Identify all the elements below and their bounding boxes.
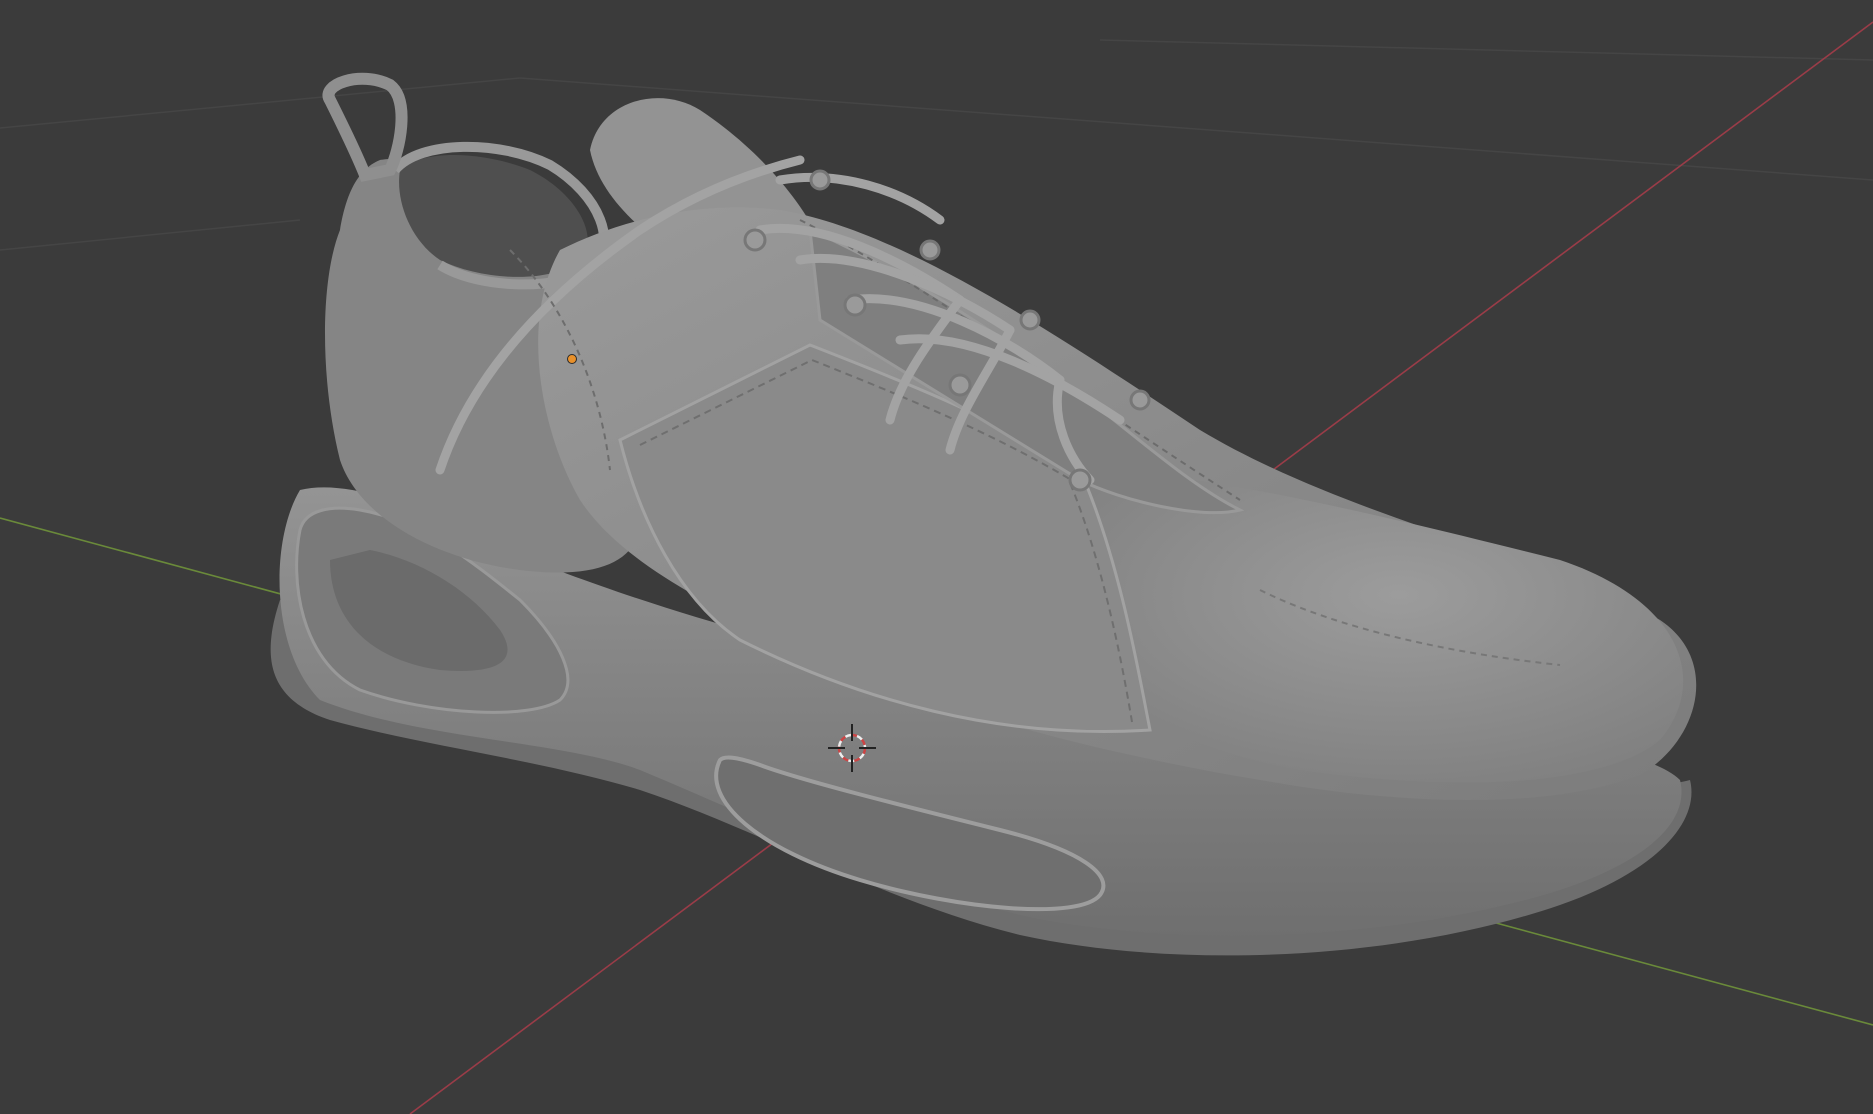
origin-point-icon[interactable] (567, 354, 577, 364)
3d-viewport[interactable] (0, 0, 1873, 1114)
sneaker-mesh[interactable] (270, 72, 1697, 956)
